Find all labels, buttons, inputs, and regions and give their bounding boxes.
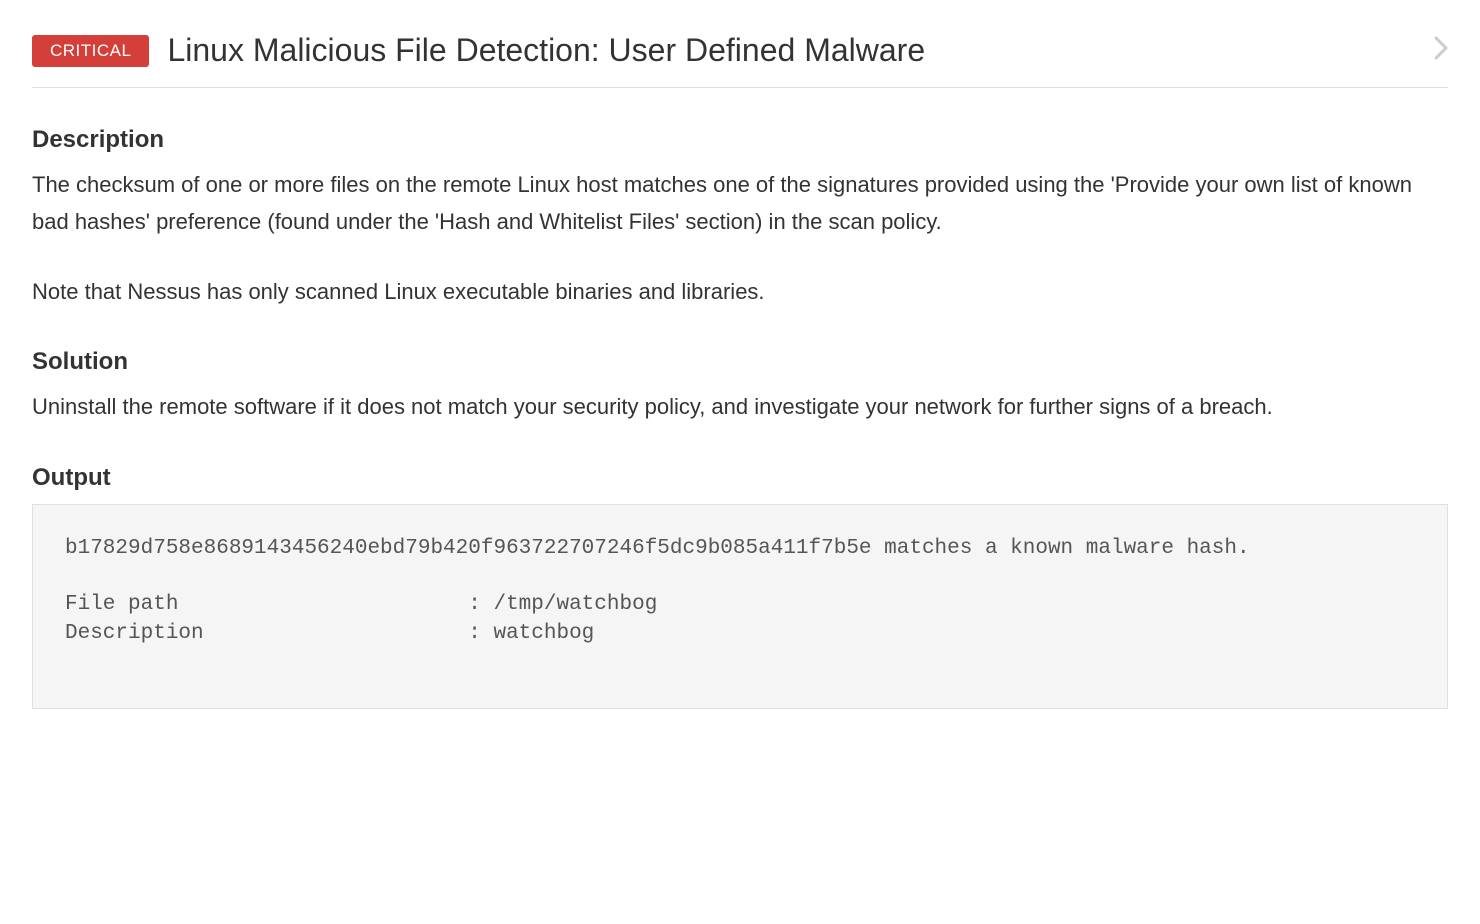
finding-title: Linux Malicious File Detection: User Def… [167,32,1422,69]
solution-heading: Solution [32,348,1448,376]
description-heading: Description [32,126,1448,154]
description-paragraph-2: Note that Nessus has only scanned Linux … [32,273,1448,310]
finding-header: CRITICAL Linux Malicious File Detection:… [32,32,1448,88]
chevron-right-icon[interactable] [1434,35,1448,67]
solution-paragraph: Uninstall the remote software if it does… [32,388,1448,425]
output-section: Output b17829d758e8689143456240ebd79b420… [32,464,1448,709]
description-text: The checksum of one or more files on the… [32,166,1448,310]
description-section: Description The checksum of one or more … [32,126,1448,310]
output-box: b17829d758e8689143456240ebd79b420f963722… [32,504,1448,709]
description-paragraph-1: The checksum of one or more files on the… [32,166,1448,241]
output-heading: Output [32,464,1448,492]
solution-text: Uninstall the remote software if it does… [32,388,1448,425]
severity-badge: CRITICAL [32,35,149,67]
solution-section: Solution Uninstall the remote software i… [32,348,1448,425]
